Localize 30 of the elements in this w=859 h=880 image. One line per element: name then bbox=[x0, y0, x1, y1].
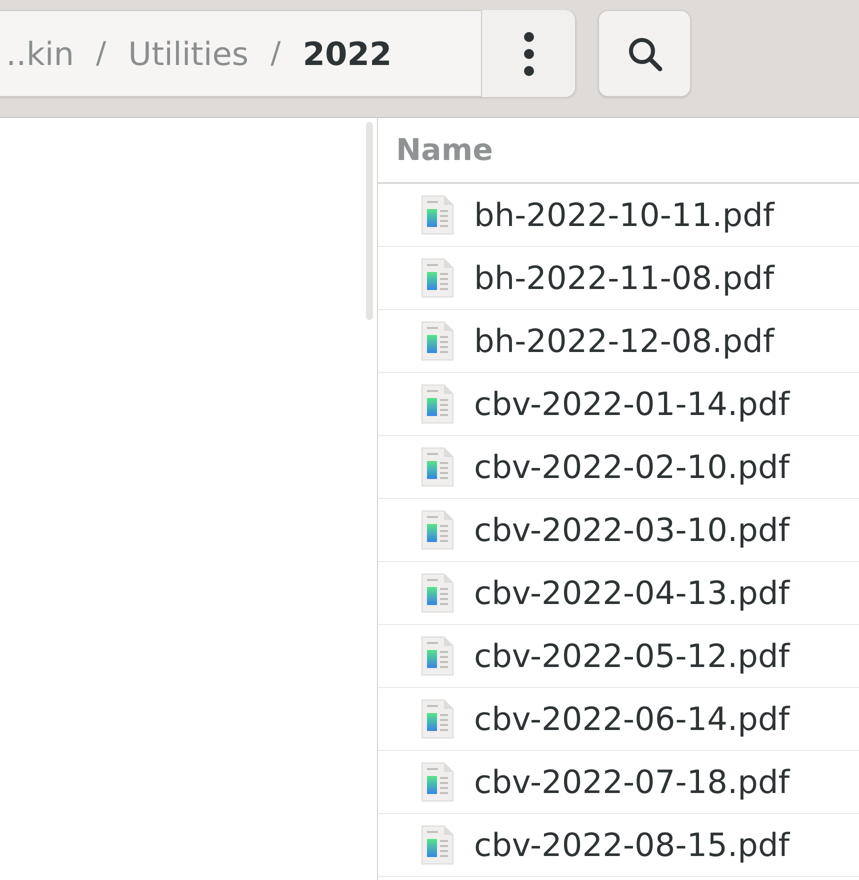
file-name[interactable]: cbv-2022-02-10.pdf bbox=[474, 443, 790, 491]
search-icon bbox=[626, 36, 662, 72]
document-icon bbox=[420, 258, 454, 298]
document-icon bbox=[420, 510, 454, 550]
document-icon bbox=[420, 321, 454, 361]
document-icon bbox=[420, 636, 454, 676]
more-options-icon bbox=[524, 32, 534, 76]
file-name[interactable]: bh-2022-12-08.pdf bbox=[474, 317, 774, 365]
breadcrumb-item[interactable]: 2022 bbox=[302, 30, 392, 78]
path-separator: / bbox=[270, 35, 281, 73]
document-icon bbox=[420, 447, 454, 487]
document-icon bbox=[420, 762, 454, 802]
file-name[interactable]: cbv-2022-08-15.pdf bbox=[474, 821, 790, 869]
file-name[interactable]: cbv-2022-03-10.pdf bbox=[474, 506, 790, 554]
file-name[interactable]: cbv-2022-05-12.pdf bbox=[474, 632, 790, 680]
scrollbar-thumb[interactable] bbox=[366, 122, 373, 320]
file-name[interactable]: cbv-2022-06-14.pdf bbox=[474, 695, 790, 743]
search-button[interactable] bbox=[598, 10, 691, 97]
document-icon bbox=[420, 699, 454, 739]
file-name[interactable]: bh-2022-11-08.pdf bbox=[474, 254, 774, 302]
document-icon bbox=[420, 825, 454, 865]
document-icon bbox=[420, 195, 454, 235]
file-name[interactable]: bh-2022-10-11.pdf bbox=[474, 191, 774, 239]
file-name[interactable]: cbv-2022-04-13.pdf bbox=[474, 569, 790, 617]
document-icon bbox=[420, 384, 454, 424]
document-icon bbox=[420, 573, 454, 613]
path-separator: / bbox=[96, 35, 106, 73]
file-name[interactable]: cbv-2022-07-18.pdf bbox=[474, 758, 790, 806]
menu-button[interactable] bbox=[481, 10, 575, 97]
file-name[interactable]: cbv-2022-01-14.pdf bbox=[474, 380, 790, 428]
